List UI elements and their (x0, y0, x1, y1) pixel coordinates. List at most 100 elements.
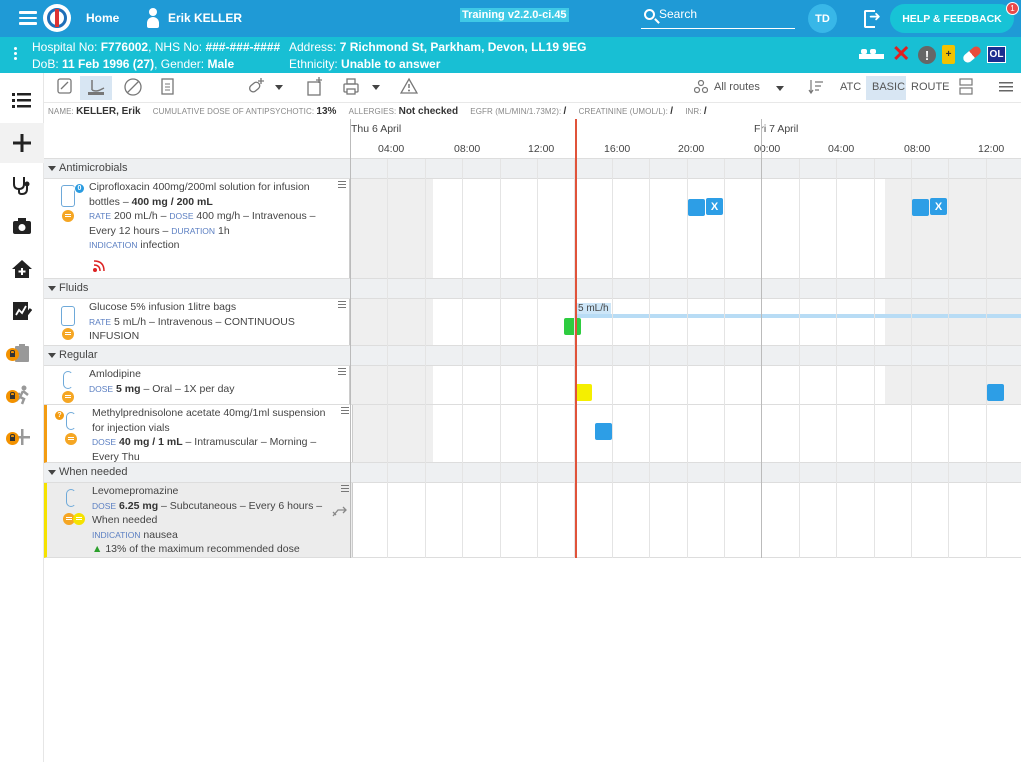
sort-button[interactable] (808, 76, 824, 100)
med-info[interactable]: Amlodipine Dose 5 mg – Oral – 1X per day (44, 366, 350, 404)
pill-icon[interactable] (961, 44, 983, 65)
menu-icon[interactable] (19, 11, 37, 25)
egfr-value: / (563, 106, 567, 117)
grid-line (911, 159, 912, 558)
tick-label: 20:00 (678, 143, 705, 155)
row-menu-icon[interactable] (338, 368, 346, 376)
report-button[interactable] (160, 76, 176, 100)
dose-value: 40 mg / 1 mL (119, 436, 183, 448)
grid-line (649, 159, 650, 558)
med-details: Amlodipine Dose 5 mg – Oral – 1X per day (89, 367, 329, 396)
grid-line (687, 159, 688, 558)
basic-button[interactable]: BASIC (866, 76, 906, 100)
alert-icon[interactable]: ! (918, 46, 936, 64)
search-box[interactable] (641, 5, 795, 29)
admin-due-marker[interactable] (987, 384, 1004, 401)
med-info[interactable]: ? Methylprednisolone acetate 40mg/1ml su… (47, 405, 353, 464)
med-info[interactable]: Levomepromazine Dose 6.25 mg – Subcutane… (47, 483, 353, 557)
view-no-pill-button[interactable] (122, 76, 144, 100)
admin-due-marker[interactable] (688, 199, 705, 216)
atc-label: ATC (840, 81, 862, 93)
status-face-icon (62, 328, 74, 340)
add-medication-caret-icon[interactable] (275, 85, 283, 90)
med-details: Methylprednisolone acetate 40mg/1ml susp… (92, 406, 332, 464)
more-vertical-icon[interactable] (14, 47, 18, 63)
print-button[interactable] (342, 76, 360, 100)
row-menu-icon[interactable] (338, 181, 346, 189)
indication-value: nausea (140, 528, 178, 541)
day-divider (761, 119, 762, 558)
sort-icon (808, 80, 823, 95)
dose-value: 6.25 mg (119, 499, 159, 512)
user-avatar[interactable]: TD (808, 4, 837, 33)
admin-given-marker[interactable]: X (706, 198, 723, 215)
print-caret-icon[interactable] (372, 85, 380, 90)
bed-icon[interactable] (859, 48, 884, 62)
add-medication-button[interactable] (246, 76, 266, 100)
nav-photos[interactable] (0, 207, 44, 247)
tick-label: 04:00 (828, 143, 855, 155)
med-details: Glucose 5% infusion 1litre bags Rate 5 m… (89, 300, 329, 344)
ol-badge[interactable]: OL (987, 46, 1006, 63)
user-icon (145, 8, 161, 28)
infusion-start-marker[interactable] (564, 318, 581, 335)
row-menu-icon[interactable] (341, 485, 349, 493)
injection-icon: ? (54, 410, 82, 450)
med-name: Levomepromazine (92, 485, 179, 497)
nav-locked-3[interactable] (0, 417, 44, 457)
row-menu-icon[interactable] (341, 407, 349, 415)
admin-given-marker[interactable]: X (930, 198, 947, 215)
nav-locked-2[interactable] (0, 375, 44, 415)
lock-icon (6, 432, 19, 445)
patient-banner: Hospital No: F776002, NHS No: ###-###-##… (0, 37, 1021, 73)
hospital-no: F776002 (100, 40, 149, 54)
med-info[interactable]: 0 Ciprofloxacin 400mg/200ml solution for… (44, 179, 350, 278)
due-now-marker[interactable] (575, 384, 592, 401)
give-prn-icon[interactable] (330, 504, 350, 520)
help-feedback-button[interactable]: HELP & FEEDBACK (890, 4, 1014, 33)
section-title: Regular (59, 349, 98, 361)
med-details: Ciprofloxacin 400mg/200ml solution for i… (89, 180, 329, 253)
day-divider (350, 119, 351, 558)
routes-dropdown[interactable]: All routes (694, 76, 794, 100)
logout-icon[interactable] (864, 8, 882, 28)
nav-notes[interactable] (0, 291, 44, 331)
home-link[interactable]: Home (86, 11, 119, 25)
battery-icon[interactable]: + (942, 45, 955, 64)
admin-due-marker[interactable] (912, 199, 929, 216)
more-menu-button[interactable] (998, 76, 1014, 100)
grid-line (537, 159, 538, 558)
add-order-button[interactable] (306, 76, 324, 100)
med-info[interactable]: Glucose 5% infusion 1litre bags Rate 5 m… (44, 299, 350, 345)
no-allergy-check-icon[interactable]: ✕ (892, 42, 910, 66)
med-timeline: X X (350, 179, 1021, 278)
nav-add[interactable] (0, 123, 44, 163)
admin-due-marker[interactable] (595, 423, 612, 440)
search-icon (644, 9, 655, 20)
grid-line (874, 159, 875, 558)
nav-discharge[interactable] (0, 249, 44, 289)
allergies-value[interactable]: Not checked (399, 106, 458, 117)
search-input[interactable] (659, 7, 789, 21)
med-name: Glucose 5% infusion 1litre bags (89, 301, 237, 313)
route-button[interactable]: ROUTE (908, 76, 950, 100)
row-menu-icon[interactable] (338, 301, 346, 309)
edit-chart-icon (13, 302, 32, 320)
view-card-button[interactable] (56, 76, 74, 100)
nav-clinical[interactable] (0, 165, 44, 205)
rate-value: 200 mL/h – (111, 210, 170, 222)
view-hand-button[interactable] (80, 76, 112, 100)
tick-label: 12:00 (528, 143, 555, 155)
atc-button[interactable]: ATC (836, 76, 862, 100)
dose-key: Dose (89, 383, 114, 394)
patient-name-link[interactable]: Erik KELLER (168, 11, 242, 25)
nav-locked-1[interactable] (0, 333, 44, 373)
expand-button[interactable] (958, 76, 974, 100)
med-name: Methylprednisolone acetate 40mg/1ml susp… (92, 407, 326, 434)
app-logo[interactable] (43, 4, 71, 32)
nav-list[interactable] (0, 81, 44, 121)
warnings-button[interactable] (399, 76, 419, 100)
section-title: Antimicrobials (59, 162, 128, 174)
name-key: Name: (48, 107, 74, 116)
grid-line (986, 159, 987, 558)
